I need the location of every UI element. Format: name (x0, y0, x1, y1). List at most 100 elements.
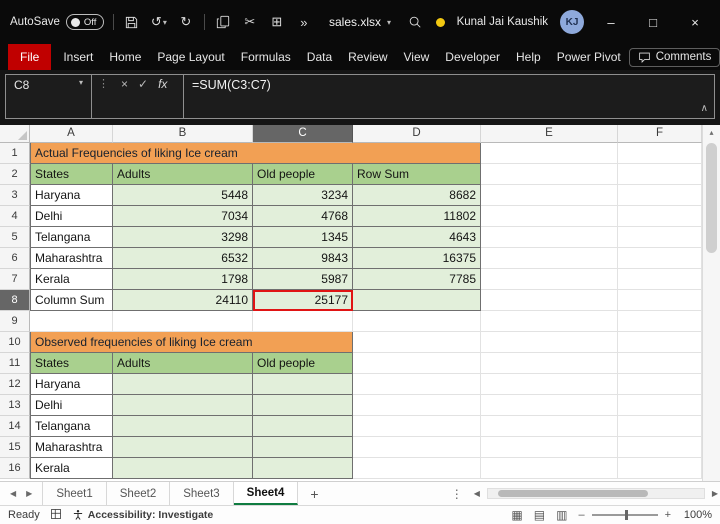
row-header-9[interactable]: 9 (0, 311, 30, 332)
column-header-A[interactable]: A (30, 125, 113, 143)
cell-F8[interactable] (618, 290, 702, 311)
cell-D16[interactable] (353, 458, 481, 479)
sheet-tab-sheet2[interactable]: Sheet2 (107, 482, 170, 505)
cell-A6[interactable]: Maharashtra (30, 248, 113, 269)
cell-B9[interactable] (113, 311, 253, 332)
cell-E10[interactable] (481, 332, 618, 353)
cell-D9[interactable] (353, 311, 481, 332)
row-header-11[interactable]: 11 (0, 353, 30, 374)
cell-C13[interactable] (253, 395, 353, 416)
row-header-2[interactable]: 2 (0, 164, 30, 185)
cell-D3[interactable]: 8682 (353, 185, 481, 206)
cell-C9[interactable] (253, 311, 353, 332)
cell-B12[interactable] (113, 374, 253, 395)
cell-D12[interactable] (353, 374, 481, 395)
cell-B8[interactable]: 24110 (113, 290, 253, 311)
ribbon-tab-page-layout[interactable]: Page Layout (149, 44, 232, 70)
copy-button[interactable] (214, 15, 232, 29)
cell-B13[interactable] (113, 395, 253, 416)
comments-button[interactable]: Comments (629, 48, 720, 67)
cell-E14[interactable] (481, 416, 618, 437)
ribbon-tab-formulas[interactable]: Formulas (233, 44, 299, 70)
cell-C8[interactable]: 25177 (253, 290, 353, 311)
cell-E9[interactable] (481, 311, 618, 332)
zoom-level[interactable]: 100% (682, 509, 712, 521)
cell-F12[interactable] (618, 374, 702, 395)
cell-F13[interactable] (618, 395, 702, 416)
ribbon-tab-review[interactable]: Review (340, 44, 395, 70)
undo-button[interactable]: ↺ ▾ (150, 14, 168, 30)
cell-F7[interactable] (618, 269, 702, 290)
close-button[interactable]: × (680, 7, 710, 37)
enter-button[interactable]: ✓ (138, 77, 148, 91)
cell-A3[interactable]: Haryana (30, 185, 113, 206)
autosave-toggle[interactable]: AutoSave Off (10, 14, 104, 30)
cell-F5[interactable] (618, 227, 702, 248)
row-header-13[interactable]: 13 (0, 395, 30, 416)
cell-E4[interactable] (481, 206, 618, 227)
cancel-button[interactable]: × (121, 77, 128, 91)
ribbon-tab-help[interactable]: Help (508, 44, 549, 70)
sheet-tab-sheet1[interactable]: Sheet1 (42, 482, 106, 505)
scroll-up-icon[interactable]: ▴ (703, 125, 720, 141)
cell-D2[interactable]: Row Sum (353, 164, 481, 185)
switch-windows-button[interactable]: ⊞ (268, 14, 286, 30)
sheet-nav-left-icon[interactable]: ◀ (10, 489, 16, 498)
insert-function-button[interactable]: fx (158, 77, 167, 91)
cell-A2[interactable]: States (30, 164, 113, 185)
cell-A15[interactable]: Maharashtra (30, 437, 113, 458)
cell-E6[interactable] (481, 248, 618, 269)
horizontal-scroll-thumb[interactable] (498, 490, 648, 497)
cell-F1[interactable] (618, 143, 702, 164)
ribbon-tab-view[interactable]: View (396, 44, 438, 70)
sheet-tab-sheet3[interactable]: Sheet3 (170, 482, 233, 505)
collapse-formula-bar-button[interactable]: ∧ (701, 103, 708, 114)
cell-E15[interactable] (481, 437, 618, 458)
cell-D13[interactable] (353, 395, 481, 416)
cell-D4[interactable]: 11802 (353, 206, 481, 227)
cell-A11[interactable]: States (30, 353, 113, 374)
zoom-out-button[interactable]: – (578, 509, 584, 521)
cell-D15[interactable] (353, 437, 481, 458)
macro-record-button[interactable] (50, 508, 62, 523)
cell-C5[interactable]: 1345 (253, 227, 353, 248)
account-avatar[interactable]: KJ (560, 10, 584, 34)
save-button[interactable] (123, 15, 141, 30)
column-header-E[interactable]: E (481, 125, 618, 143)
cell-E12[interactable] (481, 374, 618, 395)
autosave-switch[interactable]: Off (66, 14, 104, 30)
cell-B16[interactable] (113, 458, 253, 479)
sheet-options-icon[interactable]: ⋮ (447, 487, 467, 501)
sheet-tab-sheet4[interactable]: Sheet4 (234, 482, 299, 505)
cell-A9[interactable] (30, 311, 113, 332)
cell-F14[interactable] (618, 416, 702, 437)
cell-C4[interactable]: 4768 (253, 206, 353, 227)
cell-F10[interactable] (618, 332, 702, 353)
cell-F2[interactable] (618, 164, 702, 185)
select-all-corner[interactable] (0, 125, 30, 143)
cell-A10[interactable]: Observed frequencies of liking Ice cream (30, 332, 353, 353)
cell-A1[interactable]: Actual Frequencies of liking Ice cream (30, 143, 481, 164)
cell-C14[interactable] (253, 416, 353, 437)
cell-A4[interactable]: Delhi (30, 206, 113, 227)
ribbon-tab-power-pivot[interactable]: Power Pivot (549, 44, 629, 70)
cell-A5[interactable]: Telangana (30, 227, 113, 248)
cell-C7[interactable]: 5987 (253, 269, 353, 290)
cell-E7[interactable] (481, 269, 618, 290)
cut-button[interactable]: ✂ (241, 14, 259, 30)
cell-C12[interactable] (253, 374, 353, 395)
cell-B4[interactable]: 7034 (113, 206, 253, 227)
row-header-14[interactable]: 14 (0, 416, 30, 437)
redo-button[interactable]: ↻ (177, 14, 195, 30)
ribbon-tab-developer[interactable]: Developer (437, 44, 508, 70)
horizontal-scrollbar[interactable] (487, 488, 705, 499)
row-header-7[interactable]: 7 (0, 269, 30, 290)
cell-E11[interactable] (481, 353, 618, 374)
cell-B15[interactable] (113, 437, 253, 458)
cell-B14[interactable] (113, 416, 253, 437)
row-header-10[interactable]: 10 (0, 332, 30, 353)
minimize-button[interactable]: – (596, 7, 626, 37)
cell-D14[interactable] (353, 416, 481, 437)
cell-C11[interactable]: Old people (253, 353, 353, 374)
row-header-4[interactable]: 4 (0, 206, 30, 227)
